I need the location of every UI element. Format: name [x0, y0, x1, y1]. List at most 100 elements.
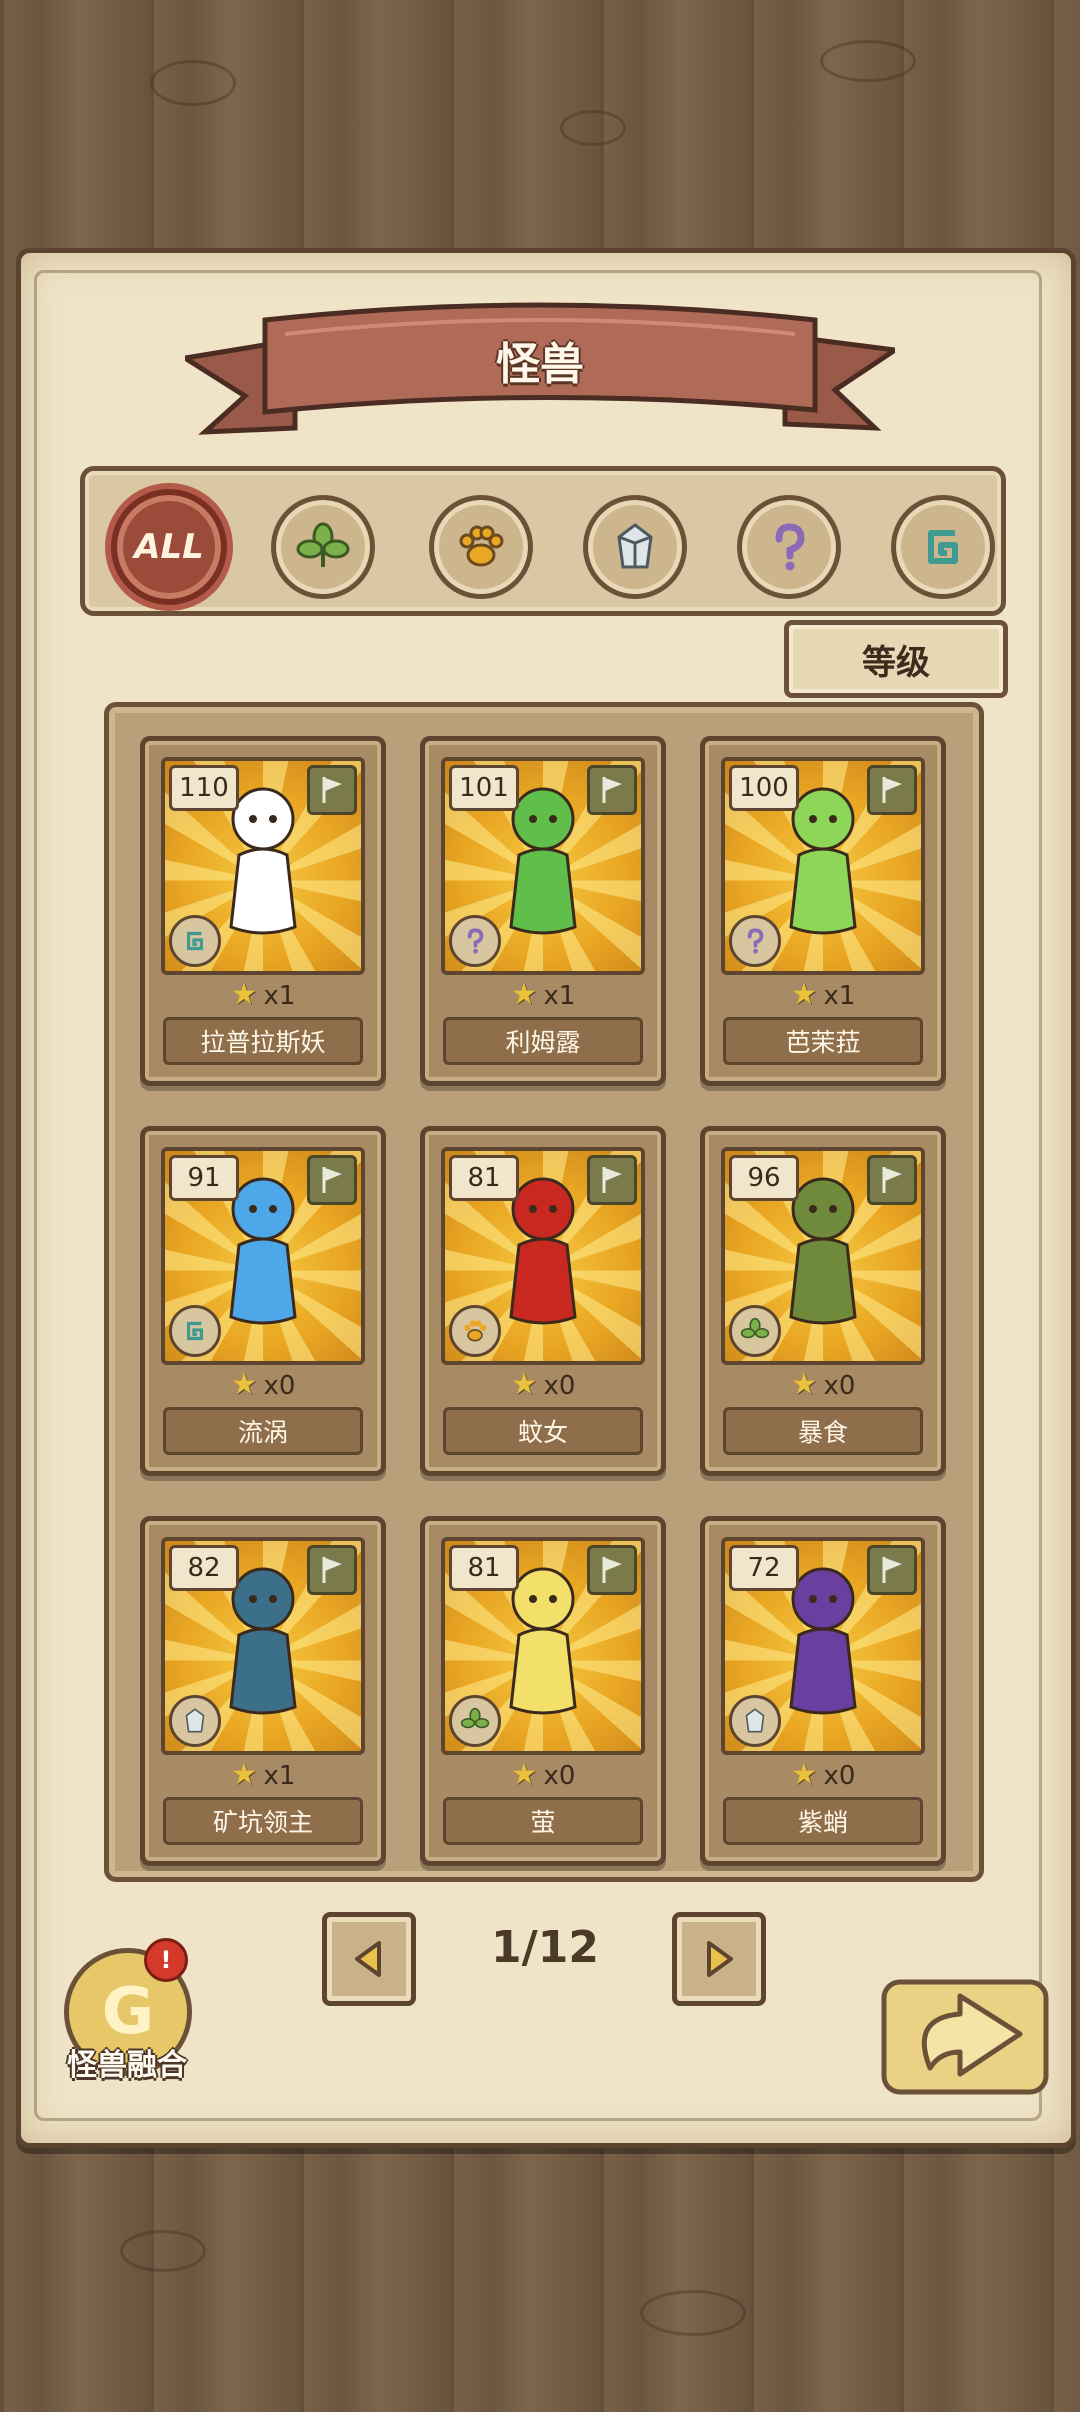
filter-all-label: ALL: [134, 527, 204, 567]
sort-by-level-button[interactable]: 等级: [784, 620, 1008, 698]
monster-level: 82: [169, 1545, 239, 1591]
spiral-type-icon: [169, 1305, 221, 1357]
spiral-type-icon: [169, 915, 221, 967]
left-arrow-icon: [355, 1941, 381, 1977]
monster-name: 萤: [443, 1797, 643, 1845]
monster-level: 101: [449, 765, 519, 811]
flag-button[interactable]: [867, 1155, 917, 1205]
monster-name: 流涡: [163, 1407, 363, 1455]
flag-button[interactable]: [307, 1545, 357, 1595]
wood-knot: [640, 2290, 746, 2336]
monster-level: 91: [169, 1155, 239, 1201]
monster-level: 81: [449, 1545, 519, 1591]
star-icon: ★: [510, 1367, 538, 1402]
star-count: ★ x1: [425, 977, 661, 1012]
leaf-icon: [296, 522, 350, 567]
flag-icon: [602, 1557, 622, 1583]
monster-card[interactable]: 91 ★ x0 流涡: [140, 1126, 386, 1476]
wood-knot: [820, 40, 916, 82]
paw-icon: [459, 525, 504, 567]
back-arrow-icon: [881, 1979, 1049, 2095]
monster-card[interactable]: 81 ★ x0 萤: [420, 1516, 666, 1866]
monster-level: 81: [449, 1155, 519, 1201]
sort-label: 等级: [862, 642, 930, 683]
monster-count: x1: [823, 981, 856, 1011]
star-icon: ★: [790, 1367, 818, 1402]
star-icon: ★: [790, 977, 818, 1012]
monster-name: 利姆露: [443, 1017, 643, 1065]
filter-question-button[interactable]: [737, 495, 841, 599]
leaf-type-icon: [729, 1305, 781, 1357]
filter-leaf-button[interactable]: [271, 495, 375, 599]
flag-button[interactable]: [867, 1545, 917, 1595]
flag-icon: [882, 1167, 902, 1193]
monster-portrait: 110: [161, 757, 365, 975]
monster-name: 拉普拉斯妖: [163, 1017, 363, 1065]
leaf-type-icon: [449, 1695, 501, 1747]
star-icon: ★: [230, 1367, 258, 1402]
page-indicator: 1/12: [491, 1922, 599, 1973]
monster-card[interactable]: 110 ★ x1 拉普拉斯妖: [140, 736, 386, 1086]
question-type-icon: [449, 915, 501, 967]
monster-count: x1: [543, 981, 576, 1011]
monster-level: 96: [729, 1155, 799, 1201]
flag-button[interactable]: [307, 765, 357, 815]
flag-button[interactable]: [587, 1155, 637, 1205]
monster-count: x1: [263, 981, 296, 1011]
flag-icon: [882, 777, 902, 803]
prev-page-button[interactable]: [322, 1912, 416, 2006]
star-count: ★ x0: [425, 1757, 661, 1792]
title-ribbon: 怪兽: [185, 300, 895, 440]
monster-card[interactable]: 96 ★ x0 暴食: [700, 1126, 946, 1476]
wood-knot: [560, 110, 626, 146]
flag-icon: [882, 1557, 902, 1583]
fusion-alert-badge: !: [144, 1938, 188, 1982]
monster-portrait: 96: [721, 1147, 925, 1365]
monster-count: x0: [263, 1371, 296, 1401]
fusion-label: 怪兽融合: [67, 2048, 187, 2083]
filter-spiral-button[interactable]: [891, 495, 995, 599]
crystal-type-icon: [169, 1695, 221, 1747]
flag-icon: [602, 1167, 622, 1193]
monster-name: 矿坑领主: [163, 1797, 363, 1845]
flag-button[interactable]: [587, 1545, 637, 1595]
star-icon: ★: [510, 977, 538, 1012]
star-count: ★ x1: [145, 977, 381, 1012]
wood-knot: [150, 60, 236, 106]
monster-fusion-button[interactable]: G 怪兽融合 !: [52, 1938, 202, 2088]
monster-card[interactable]: 100 ★ x1 芭茉菈: [700, 736, 946, 1086]
star-count: ★ x0: [705, 1757, 941, 1792]
flag-button[interactable]: [307, 1155, 357, 1205]
flag-button[interactable]: [867, 765, 917, 815]
monster-portrait: 81: [441, 1147, 645, 1365]
next-page-button[interactable]: [672, 1912, 766, 2006]
filter-paw-button[interactable]: [429, 495, 533, 599]
flag-icon: [322, 1557, 342, 1583]
star-count: ★ x1: [145, 1757, 381, 1792]
star-count: ★ x0: [145, 1367, 381, 1402]
monster-card[interactable]: 72 ★ x0 紫蛸: [700, 1516, 946, 1866]
monster-card[interactable]: 82 ★ x1 矿坑领主: [140, 1516, 386, 1866]
monster-portrait: 82: [161, 1537, 365, 1755]
paw-type-icon: [449, 1305, 501, 1357]
monster-level: 72: [729, 1545, 799, 1591]
monster-card[interactable]: 81 ★ x0 蚊女: [420, 1126, 666, 1476]
star-count: ★ x1: [705, 977, 941, 1012]
crystal-type-icon: [729, 1695, 781, 1747]
flag-icon: [602, 777, 622, 803]
back-button[interactable]: [880, 1978, 1050, 2108]
monster-card[interactable]: 101 ★ x1 利姆露: [420, 736, 666, 1086]
monster-name: 蚊女: [443, 1407, 643, 1455]
monster-name: 芭茉菈: [723, 1017, 923, 1065]
monster-count: x0: [823, 1761, 856, 1791]
page-title: 怪兽: [496, 339, 584, 390]
monster-level: 100: [729, 765, 799, 811]
flag-icon: [322, 777, 342, 803]
question-type-icon: [729, 915, 781, 967]
wood-knot: [120, 2230, 206, 2272]
filter-all-button[interactable]: ALL: [111, 489, 227, 605]
star-icon: ★: [790, 1757, 818, 1792]
monster-portrait: 72: [721, 1537, 925, 1755]
flag-button[interactable]: [587, 765, 637, 815]
filter-crystal-button[interactable]: [583, 495, 687, 599]
